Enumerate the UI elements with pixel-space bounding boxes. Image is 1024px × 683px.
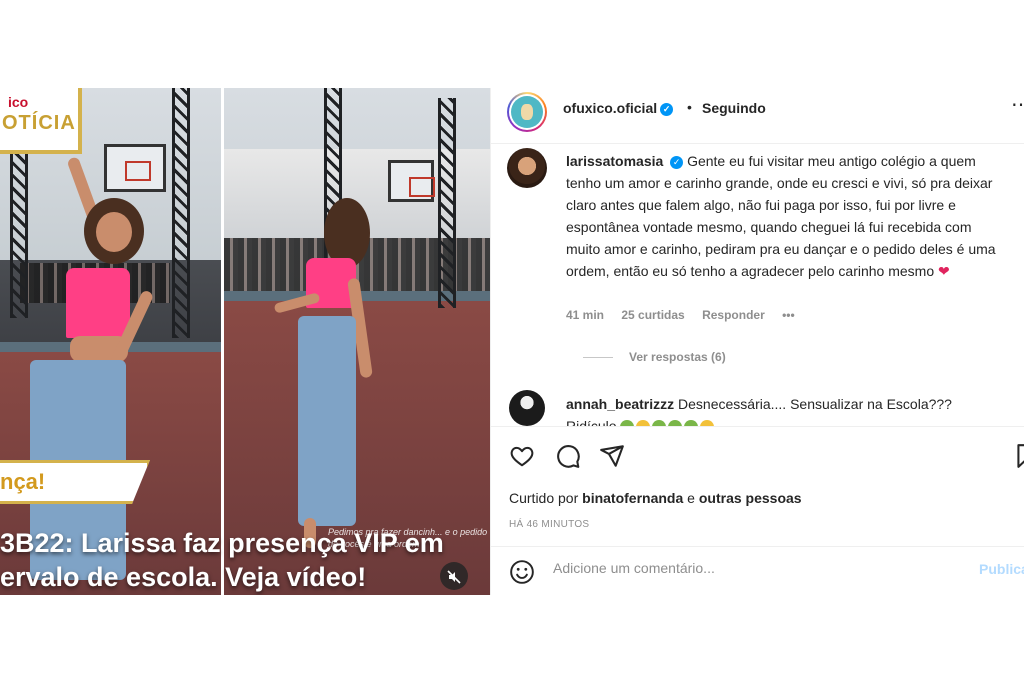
bookmark-icon[interactable]: [1013, 443, 1024, 471]
paper-plane-icon[interactable]: [599, 443, 627, 471]
ribbon-text: nça!: [0, 469, 46, 494]
headline-line-2: ervalo de escola. Veja vídeo!: [0, 562, 367, 592]
news-logo: ico OTÍCIA: [0, 88, 82, 154]
comment-input[interactable]: [553, 560, 953, 576]
reply-button[interactable]: Responder: [702, 308, 765, 322]
post-timestamp[interactable]: HÁ 46 MINUTOS: [509, 519, 589, 530]
post-sidebar: ofuxico.oficial ✓ • Seguindo ⋯ larissatom…: [490, 88, 1024, 595]
avatar[interactable]: [507, 148, 547, 188]
verified-badge-icon: ✓: [660, 102, 674, 116]
comment-text: Desnecessária.... Sensualizar na Escola?…: [678, 396, 952, 412]
logo-text-big: OTÍCIA: [2, 112, 76, 134]
instagram-post-screenshot: ico OTÍCIA nça! Pedimos pra fazer dancin…: [0, 0, 1024, 683]
liked-by-others[interactable]: outras pessoas: [699, 490, 802, 506]
post-actions-bar: [491, 426, 1024, 476]
mute-toggle-button[interactable]: [440, 562, 468, 590]
comment-item: annah_beatrizzz Desnecessária.... Sensua…: [507, 390, 1017, 426]
separator-dot: •: [687, 99, 692, 115]
comment-username[interactable]: larissatomasia: [566, 153, 663, 169]
headline-line-1: 3B22: Larissa faz presença VIP em: [0, 528, 444, 558]
emoji-smiley-icon[interactable]: [509, 559, 535, 585]
logo-text-small: ico: [8, 94, 29, 110]
author-username[interactable]: ofuxico.oficial: [563, 100, 657, 116]
verified-badge-icon: ✓: [670, 155, 684, 169]
add-comment-bar: Publicar: [491, 546, 1024, 595]
dancer: [273, 198, 404, 558]
dancer: [30, 148, 170, 588]
basketball-hoop: [388, 160, 435, 202]
comment-more-icon[interactable]: •••: [782, 308, 795, 322]
view-replies-button[interactable]: Ver respostas (6): [586, 350, 726, 364]
comment-text-block: larissatomasia ✓ Gente eu fui visitar me…: [566, 150, 1006, 282]
tag-ribbon: nça!: [0, 460, 150, 504]
comment-likes[interactable]: 25 curtidas: [621, 308, 684, 322]
avatar[interactable]: [507, 92, 547, 132]
post-author[interactable]: ofuxico.oficial ✓: [563, 100, 674, 116]
following-button[interactable]: Seguindo: [702, 100, 766, 116]
heart-icon[interactable]: [509, 443, 537, 471]
heart-emoji: ❤: [938, 263, 950, 279]
comment-text-continued: Ridículo: [566, 418, 617, 426]
comment-text-block: annah_beatrizzz Desnecessária.... Sensua…: [566, 393, 1006, 426]
comment-time: 41 min: [566, 308, 605, 322]
publish-button[interactable]: Publicar: [979, 561, 1024, 577]
post-media[interactable]: ico OTÍCIA nça! Pedimos pra fazer dancin…: [0, 88, 490, 595]
liked-by-user[interactable]: binatofernanda: [582, 490, 683, 506]
avatar[interactable]: [509, 390, 545, 426]
liked-by-conjunction: e: [687, 490, 695, 506]
more-options-icon[interactable]: ⋯: [1011, 92, 1024, 117]
post-header: ofuxico.oficial ✓ • Seguindo ⋯: [491, 88, 1024, 144]
media-headline: 3B22: Larissa faz presença VIP em ervalo…: [0, 526, 490, 594]
comment-username[interactable]: annah_beatrizzz: [566, 396, 674, 412]
video-frame-left: [0, 88, 221, 595]
video-frame-right: [224, 88, 490, 595]
comment-text: Gente eu fui visitar meu antigo colégio …: [566, 153, 996, 279]
comment-meta: 41 min 25 curtidas Responder •••: [566, 308, 809, 322]
comment-bubble-icon[interactable]: [555, 443, 583, 471]
liked-by-prefix: Curtido por: [509, 490, 579, 506]
speaker-muted-icon: [447, 568, 461, 584]
liked-by-line: Curtido por binatofernanda e outras pess…: [509, 490, 802, 506]
